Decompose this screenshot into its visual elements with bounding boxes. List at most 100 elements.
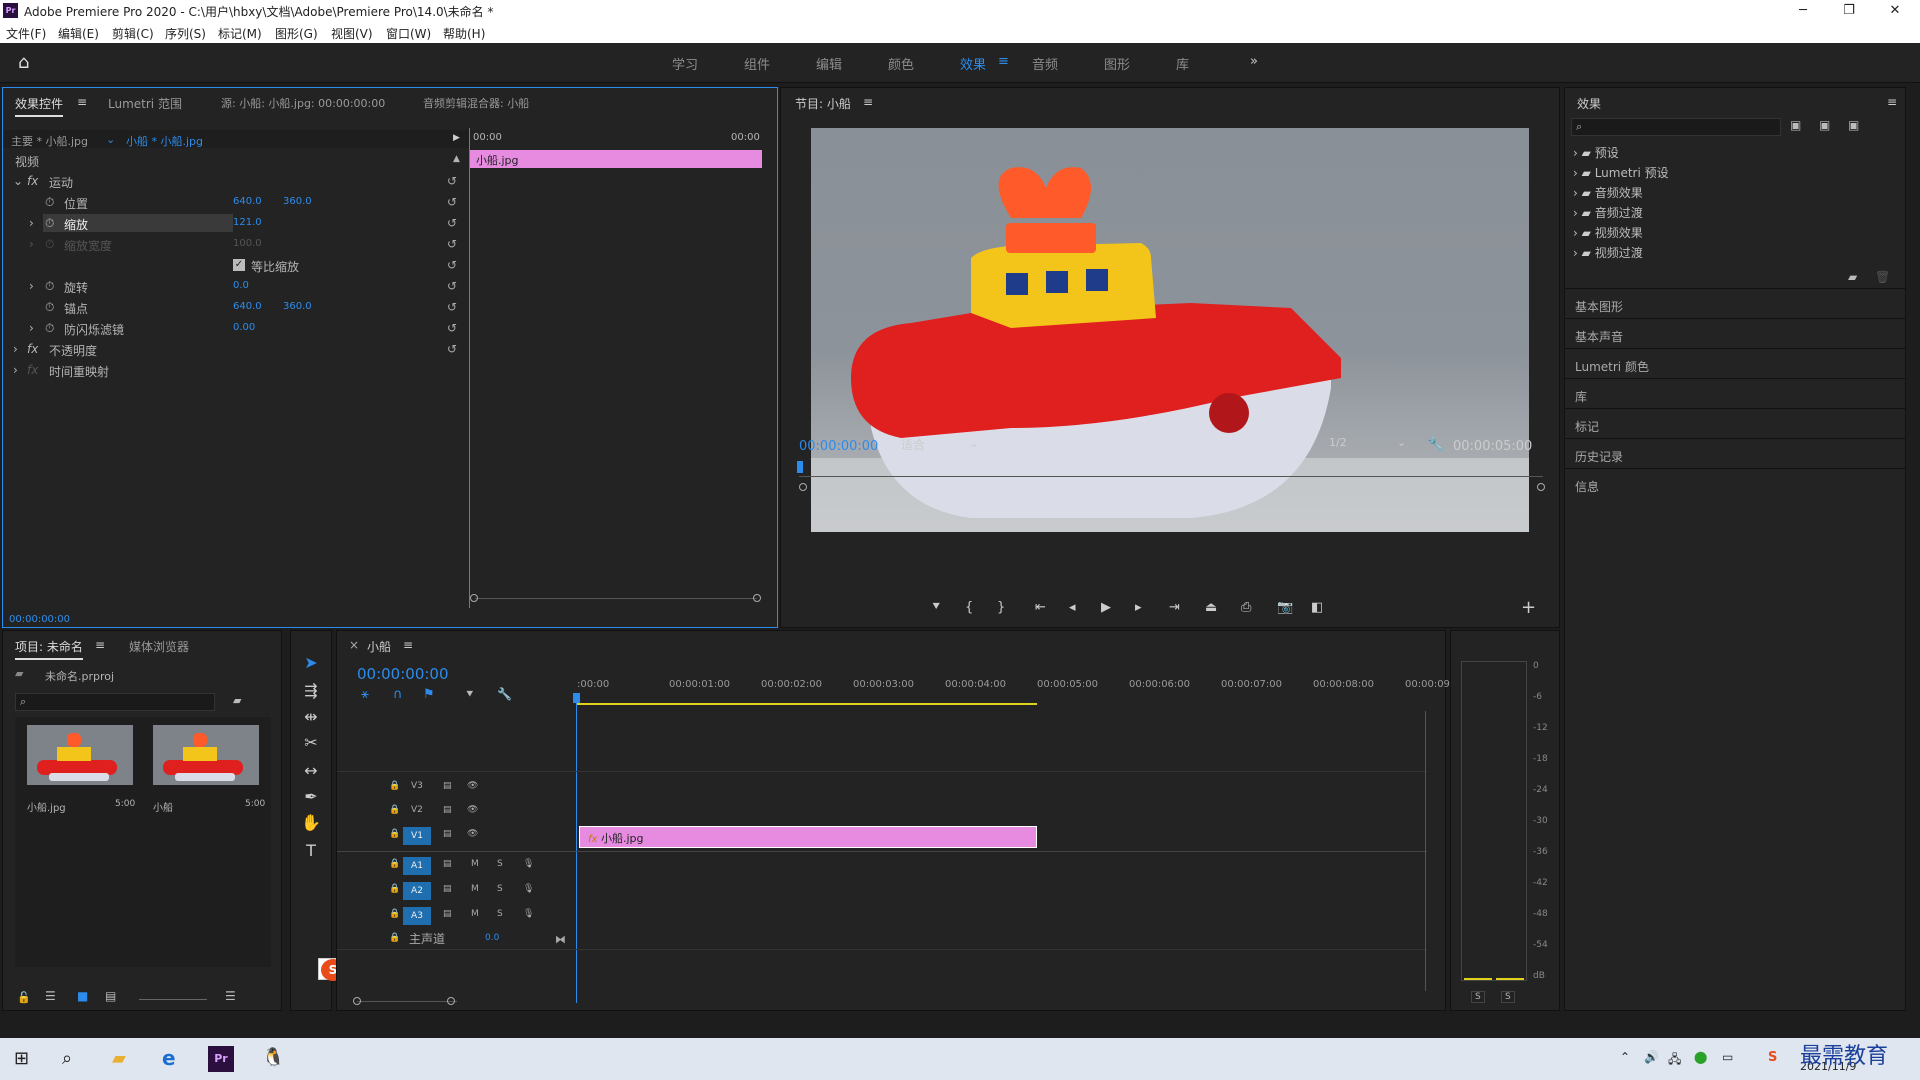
freeform-view-icon[interactable]: ▤ xyxy=(105,989,116,1003)
track-select-tool-icon[interactable]: ⇶ xyxy=(291,681,331,700)
workspace-color[interactable]: 颜色 xyxy=(888,54,914,73)
lock-icon[interactable]: 🔒 xyxy=(389,859,400,869)
timeline-ruler[interactable]: :00:00 00:00:01:00 00:00:02:00 00:00:03:00 0… xyxy=(577,671,1453,707)
rotation-value[interactable]: 0.0 xyxy=(233,280,249,291)
timeline-clip[interactable]: fx 小船.jpg xyxy=(579,826,1037,848)
ec-zoom-handle[interactable] xyxy=(753,594,761,602)
step-back-icon[interactable]: ◂ xyxy=(1069,600,1076,615)
add-marker-icon[interactable]: ⯆ xyxy=(465,687,475,702)
folder-video-transitions[interactable]: › ▰ 视频过渡 xyxy=(1573,244,1643,261)
stopwatch-icon[interactable]: ⏱ xyxy=(45,216,54,231)
selection-tool-icon[interactable]: ➤ xyxy=(291,653,331,672)
meter-solo-left[interactable]: S xyxy=(1471,991,1485,1003)
lock-icon[interactable]: 🔒 xyxy=(389,781,400,791)
section-markers[interactable]: 标记 xyxy=(1565,408,1905,438)
new-bin-icon[interactable]: ▰ xyxy=(233,694,241,707)
expand-chevron-icon[interactable]: › xyxy=(29,216,34,230)
vertical-scrollbar[interactable] xyxy=(1425,711,1426,991)
sync-lock-icon[interactable]: ▤ xyxy=(443,805,452,815)
workspace-menu-icon[interactable]: ≡ xyxy=(998,54,1009,69)
search-icon[interactable]: ⌕ xyxy=(62,1048,72,1069)
zoom-handle-left[interactable] xyxy=(799,483,807,491)
mark-in-icon[interactable]: { xyxy=(965,600,973,615)
ec-zoom-handle[interactable] xyxy=(470,594,478,602)
menu-graphics[interactable]: 图形(G) xyxy=(275,25,318,42)
nest-icon[interactable]: ⚹ xyxy=(361,687,369,702)
play-icon[interactable]: ▶ xyxy=(1101,600,1111,615)
folder-audio-effects[interactable]: › ▰ 音频效果 xyxy=(1573,184,1643,201)
track-target-v1[interactable]: V1 xyxy=(403,827,431,845)
lift-icon[interactable]: ⏏ xyxy=(1205,600,1217,615)
extract-icon[interactable]: ⎙ xyxy=(1241,600,1251,615)
program-timecode[interactable]: 00:00:00:00 xyxy=(799,439,878,454)
uniform-scale-checkbox[interactable]: ✓ xyxy=(233,259,245,271)
lock-icon[interactable]: 🔒 xyxy=(389,909,400,919)
section-essential-sound[interactable]: 基本声音 xyxy=(1565,318,1905,348)
folder-audio-transitions[interactable]: › ▰ 音频过渡 xyxy=(1573,204,1643,221)
fx-icon[interactable]: fx xyxy=(27,342,38,356)
sync-lock-icon[interactable]: ▤ xyxy=(443,781,452,791)
clip-dropdown-icon[interactable]: ⌄ xyxy=(106,133,115,146)
lock-icon[interactable]: 🔒 xyxy=(389,829,400,839)
expand-chevron-icon[interactable]: › xyxy=(13,363,18,377)
show-hidden-icon[interactable]: ⌃ xyxy=(1620,1050,1630,1064)
zoom-slider[interactable] xyxy=(139,999,207,1000)
comparison-view-icon[interactable]: ◧ xyxy=(1311,600,1323,615)
program-title[interactable]: 节目: 小船 xyxy=(795,95,851,112)
step-forward-icon[interactable]: ▸ xyxy=(1135,600,1142,615)
sync-lock-icon[interactable]: ▤ xyxy=(443,884,452,894)
voiceover-icon[interactable]: 🎙 xyxy=(523,859,534,869)
32bit-effects-icon[interactable]: ▣ xyxy=(1819,118,1830,132)
panel-menu-icon[interactable]: ≡ xyxy=(77,95,87,109)
collapse-icon[interactable]: ▲ xyxy=(453,154,460,164)
go-to-out-icon[interactable]: ⇥ xyxy=(1169,600,1180,615)
anchor-x-value[interactable]: 640.0 xyxy=(233,301,262,312)
eye-icon[interactable]: 👁 xyxy=(467,781,478,791)
delete-icon[interactable]: 🗑 xyxy=(1875,270,1890,284)
hand-tool-icon[interactable]: ✋ xyxy=(291,813,331,832)
solo-button[interactable]: S xyxy=(497,859,503,869)
track-target-a3[interactable]: A3 xyxy=(403,907,431,925)
master-clip-label[interactable]: 主要 * 小船.jpg xyxy=(11,133,88,149)
home-icon[interactable]: ⌂ xyxy=(18,52,29,73)
reset-icon[interactable]: ↺ xyxy=(447,174,457,188)
menu-help[interactable]: 帮助(H) xyxy=(443,25,485,42)
zoom-handle[interactable] xyxy=(447,997,455,1005)
wrench-icon[interactable]: 🔧 xyxy=(1427,437,1444,453)
ec-zoom-scrollbar[interactable] xyxy=(475,598,757,599)
playhead-line[interactable] xyxy=(576,693,577,1003)
stopwatch-icon[interactable]: ⏱ xyxy=(45,321,54,336)
new-bin-icon[interactable]: ▰ xyxy=(1848,270,1857,284)
meter-solo-right[interactable]: S xyxy=(1501,991,1515,1003)
track-target-a1[interactable]: A1 xyxy=(403,857,431,875)
menu-marker[interactable]: 标记(M) xyxy=(218,25,262,42)
track-target-a2[interactable]: A2 xyxy=(403,882,431,900)
effects-title[interactable]: 效果 xyxy=(1577,95,1601,112)
expand-chevron-icon[interactable]: › xyxy=(29,279,34,293)
position-x-value[interactable]: 640.0 xyxy=(233,196,262,207)
tab-audio-clip-mixer[interactable]: 音频剪辑混合器: 小船 xyxy=(423,95,529,111)
sync-lock-icon[interactable]: ▤ xyxy=(443,859,452,869)
security-icon[interactable]: ⬤ xyxy=(1694,1050,1707,1064)
reset-icon[interactable]: ↺ xyxy=(447,342,457,356)
stopwatch-icon[interactable]: ⏱ xyxy=(45,195,54,210)
zoom-handle[interactable] xyxy=(353,997,361,1005)
ripple-edit-tool-icon[interactable]: ⇹ xyxy=(291,707,331,726)
minimize-button[interactable]: ─ xyxy=(1780,0,1826,21)
tab-project[interactable]: 项目: 未命名 xyxy=(15,638,83,660)
workspace-learn[interactable]: 学习 xyxy=(672,54,698,73)
effects-search-input[interactable]: ⌕ xyxy=(1571,118,1781,136)
voiceover-icon[interactable]: 🎙 xyxy=(523,884,534,894)
work-area-bar[interactable] xyxy=(577,703,1037,705)
reset-icon[interactable]: ↺ xyxy=(447,258,457,272)
resolution-dropdown[interactable]: 1/2 ⌄ xyxy=(1329,436,1409,454)
zoom-handle-right[interactable] xyxy=(1537,483,1545,491)
network-icon[interactable]: 🖧 xyxy=(1668,1050,1681,1071)
timeline-zoom-bar[interactable] xyxy=(357,1001,457,1002)
fit-dropdown[interactable]: 适合 ⌄ xyxy=(901,436,981,454)
expand-chevron-icon[interactable]: ⌄ xyxy=(13,174,23,188)
lock-icon[interactable]: 🔒 xyxy=(389,884,400,894)
fx-icon[interactable]: fx xyxy=(27,174,38,188)
reset-icon[interactable]: ↺ xyxy=(447,300,457,314)
sync-lock-icon[interactable]: ▤ xyxy=(443,829,452,839)
